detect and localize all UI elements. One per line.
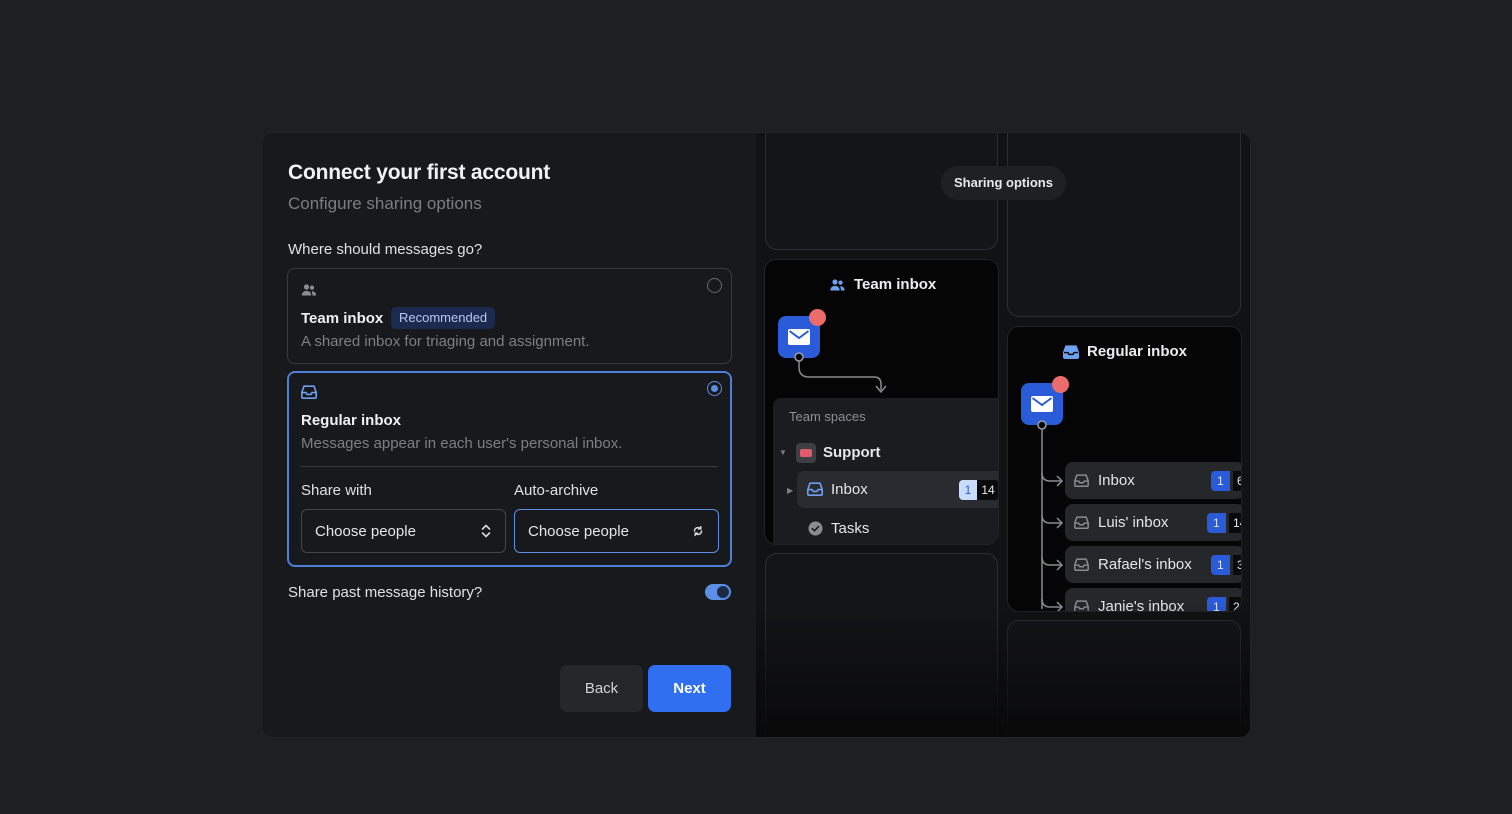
page-title: Connect your first account bbox=[288, 161, 550, 184]
history-label: Share past message history? bbox=[288, 584, 483, 601]
divider bbox=[301, 466, 718, 467]
team-inbox-radio[interactable] bbox=[707, 278, 722, 293]
inbox-item-label: Janie's inbox bbox=[1098, 598, 1185, 612]
team-inbox-pane: Team inbox Team spaces ▼ Support ▶ Inbox… bbox=[764, 259, 999, 545]
inbox-icon bbox=[1074, 516, 1089, 529]
check-circle-icon bbox=[808, 521, 823, 536]
flow-connector bbox=[794, 352, 887, 394]
unread-count: 1 bbox=[1207, 597, 1226, 611]
share-with-label: Share with bbox=[301, 482, 372, 499]
people-icon bbox=[301, 284, 317, 296]
inbox-unread-count: 1 bbox=[959, 480, 977, 500]
inbox-item-label: Inbox bbox=[1098, 472, 1135, 489]
next-button[interactable]: Next bbox=[648, 665, 731, 712]
unread-count: 1 bbox=[1211, 471, 1230, 491]
caret-right-icon: ▶ bbox=[787, 486, 794, 495]
auto-archive-value: Choose people bbox=[528, 523, 629, 540]
placeholder-card bbox=[765, 553, 998, 737]
sharing-form: Connect your first account Configure sha… bbox=[262, 133, 756, 737]
inbox-icon bbox=[1074, 600, 1089, 611]
list-item: Rafael's inbox 1 3 bbox=[1065, 546, 1241, 583]
team-inbox-option[interactable]: Team inbox Recommended A shared inbox fo… bbox=[287, 268, 732, 364]
team-spaces-label: Team spaces bbox=[789, 409, 866, 424]
placeholder-card bbox=[1007, 133, 1241, 317]
inbox-icon bbox=[301, 385, 317, 399]
regular-inbox-description: Messages appear in each user's personal … bbox=[301, 435, 623, 452]
team-inbox-title: Team inbox bbox=[301, 310, 384, 327]
inbox-total-count: 14 bbox=[977, 480, 998, 500]
team-spaces-sidebar: Team spaces ▼ Support ▶ Inbox 1 14 Tasks bbox=[773, 398, 998, 544]
caret-down-icon: ▼ bbox=[779, 448, 787, 457]
sidebar-item-tasks[interactable]: Tasks bbox=[831, 520, 869, 537]
recommended-badge: Recommended bbox=[391, 307, 496, 329]
regular-inbox-radio[interactable] bbox=[707, 381, 722, 396]
regular-inbox-title: Regular inbox bbox=[301, 412, 402, 429]
auto-archive-label: Auto-archive bbox=[514, 482, 599, 499]
list-item: Inbox 1 6 bbox=[1065, 462, 1241, 499]
inbox-item-label: Rafael's inbox bbox=[1098, 556, 1192, 573]
sidebar-item-inbox[interactable]: Inbox 1 14 bbox=[797, 471, 998, 508]
inbox-item-label: Luis' inbox bbox=[1098, 514, 1169, 531]
inbox-icon bbox=[1074, 474, 1089, 487]
sharing-options-pill: Sharing options bbox=[941, 166, 1066, 200]
support-space-icon bbox=[796, 443, 816, 463]
unread-count: 1 bbox=[1207, 513, 1226, 533]
inbox-icon bbox=[807, 482, 823, 496]
regular-inbox-pane: Regular inbox Inbox 1 Luis' inbox 1 1 Ra… bbox=[1007, 326, 1242, 612]
total-count: 3 bbox=[1233, 555, 1241, 575]
destination-question: Where should messages go? bbox=[288, 241, 483, 258]
onboarding-dialog: Connect your first account Configure sha… bbox=[262, 133, 1250, 737]
share-with-select[interactable]: Choose people bbox=[301, 509, 506, 553]
list-item: Janie's inbox 1 2 bbox=[1065, 588, 1241, 612]
loading-spinner-icon bbox=[693, 525, 703, 537]
sidebar-item-inbox-label: Inbox bbox=[831, 481, 868, 498]
placeholder-card bbox=[1007, 620, 1241, 737]
auto-archive-select[interactable]: Choose people bbox=[514, 509, 719, 553]
list-item: Luis' inbox 1 14 bbox=[1065, 504, 1241, 541]
page-subtitle: Configure sharing options bbox=[288, 194, 482, 213]
support-space-name: Support bbox=[823, 444, 881, 461]
total-count: 14 bbox=[1229, 513, 1241, 533]
sharing-illustration: Sharing options Team inbox Team spaces ▼… bbox=[756, 133, 1250, 737]
total-count: 6 bbox=[1233, 471, 1241, 491]
regular-inbox-option[interactable]: Regular inbox Messages appear in each us… bbox=[287, 371, 732, 567]
share-with-value: Choose people bbox=[315, 523, 416, 540]
back-button[interactable]: Back bbox=[560, 665, 643, 712]
total-count: 2 bbox=[1229, 597, 1241, 611]
history-toggle[interactable] bbox=[705, 584, 731, 600]
chevron-updown-icon bbox=[481, 524, 491, 538]
unread-count: 1 bbox=[1211, 555, 1230, 575]
inbox-icon bbox=[1074, 558, 1089, 571]
team-inbox-description: A shared inbox for triaging and assignme… bbox=[301, 333, 590, 350]
